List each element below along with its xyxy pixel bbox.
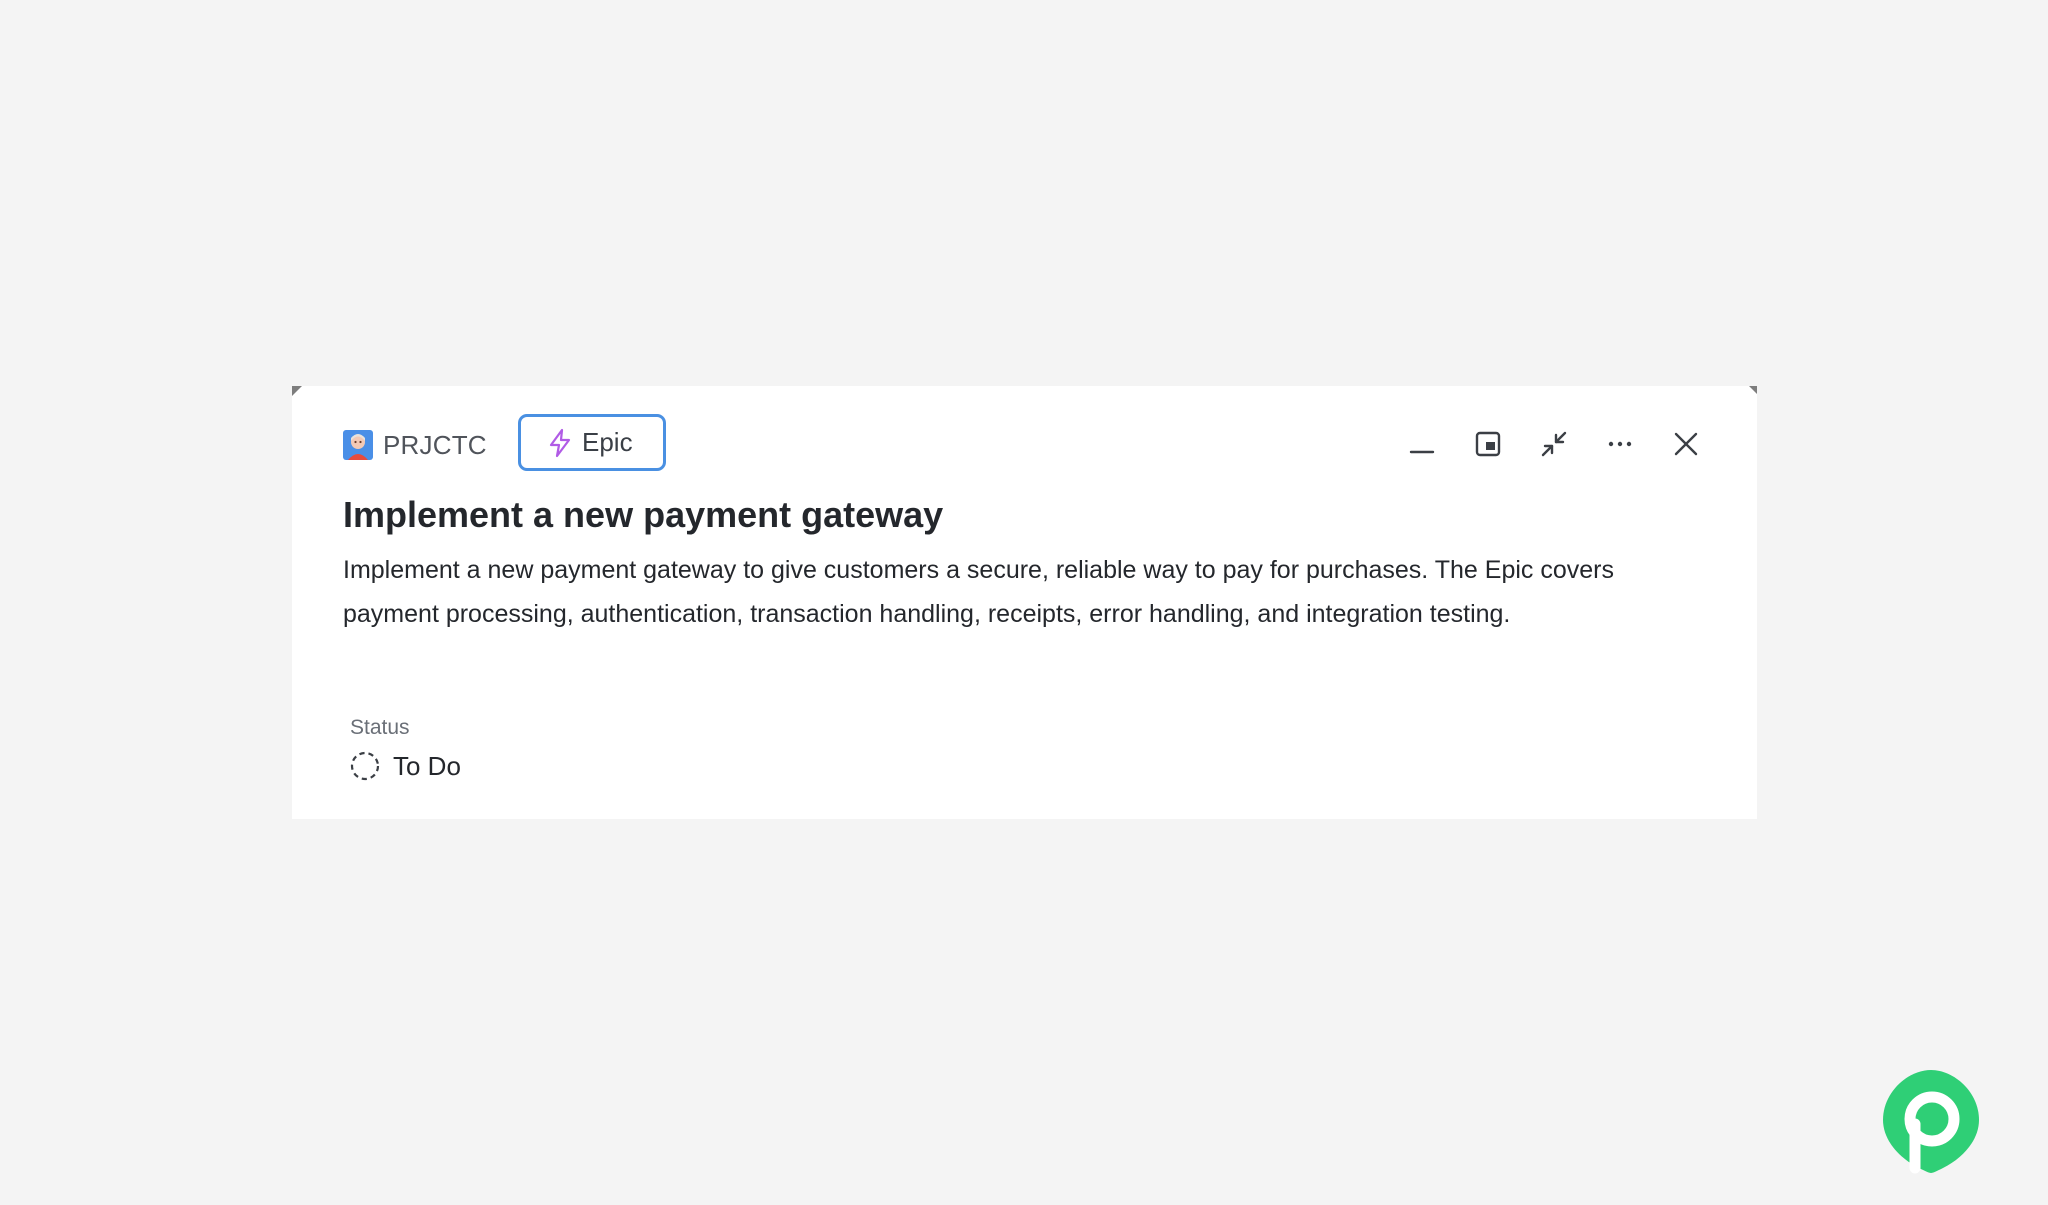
picture-in-picture-icon	[1475, 431, 1501, 457]
issue-type-chip[interactable]: Epic	[518, 414, 666, 471]
collapse-button[interactable]	[1534, 424, 1574, 464]
collapse-arrows-icon	[1541, 431, 1567, 457]
issue-header: PRJCTC Epic	[343, 414, 1706, 474]
panel-corner-right	[1749, 386, 1757, 394]
issue-peek-panel: PRJCTC Epic Implement a new payment gate…	[292, 386, 1757, 819]
window-controls	[1402, 424, 1706, 464]
project-avatar-icon	[343, 430, 373, 460]
dashed-circle-icon	[350, 751, 380, 781]
issue-type-label: Epic	[582, 427, 633, 457]
issue-description[interactable]: Implement a new payment gateway to give …	[343, 548, 1673, 636]
more-horizontal-icon	[1608, 441, 1632, 447]
status-value-text: To Do	[393, 750, 461, 781]
project-key: PRJCTC	[383, 429, 487, 460]
app-stage: PRJCTC Epic Implement a new payment gate…	[0, 0, 2048, 1205]
minimize-button[interactable]	[1402, 424, 1442, 464]
close-icon	[1674, 432, 1698, 456]
plane-logo-icon[interactable]	[1881, 1068, 1981, 1174]
minimize-icon	[1409, 450, 1435, 454]
more-options-button[interactable]	[1600, 424, 1640, 464]
lightning-icon	[549, 428, 571, 457]
picture-in-picture-button[interactable]	[1468, 424, 1508, 464]
close-button[interactable]	[1666, 424, 1706, 464]
issue-title[interactable]: Implement a new payment gateway	[343, 494, 1706, 536]
status-label: Status	[350, 716, 410, 739]
panel-corner-left	[292, 386, 302, 396]
project-identifier[interactable]: PRJCTC	[343, 429, 487, 461]
status-dropdown[interactable]: To Do	[349, 749, 461, 783]
